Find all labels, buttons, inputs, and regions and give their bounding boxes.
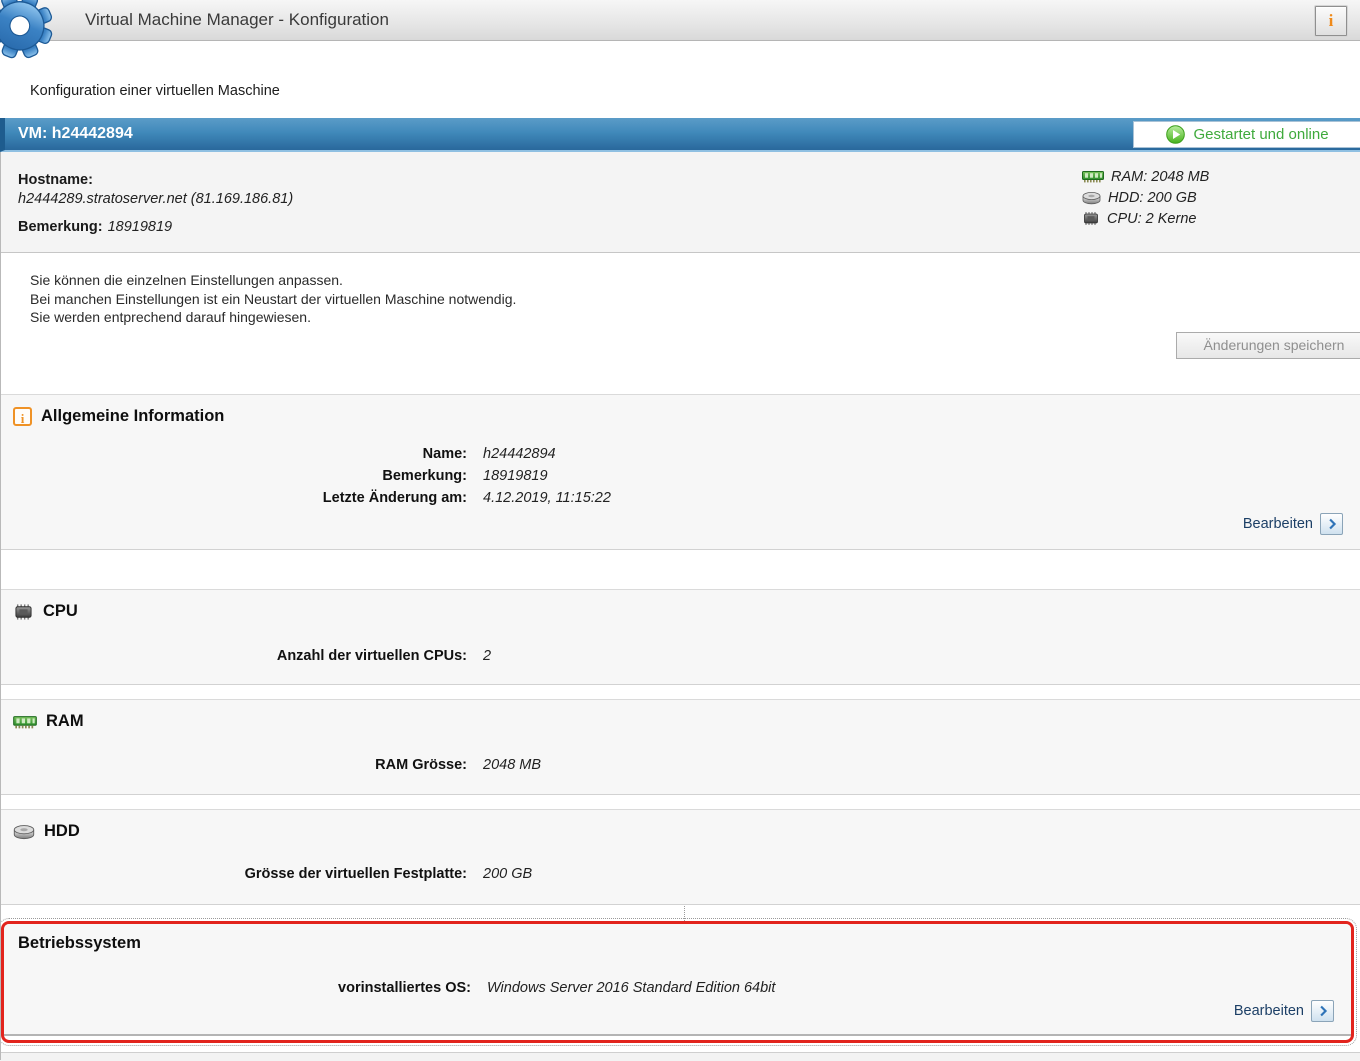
hdd-icon bbox=[1082, 191, 1101, 205]
row-name-value: h24442894 bbox=[483, 445, 556, 463]
row-hdd-size-label: Grösse der virtuellen Festplatte: bbox=[0, 865, 467, 883]
bemerkung-label: Bemerkung: bbox=[18, 219, 103, 235]
page-title: Konfiguration einer virtuellen Maschine bbox=[30, 83, 280, 99]
help-info-button[interactable]: i bbox=[1315, 6, 1347, 36]
intro-line-2: Bei manchen Einstellungen ist ein Neusta… bbox=[30, 290, 516, 309]
focus-tick bbox=[684, 906, 685, 921]
section-hdd: HDD Grösse der virtuellen Festplatte: 20… bbox=[0, 809, 1360, 905]
row-preinstalled-os-label: vorinstalliertes OS: bbox=[4, 979, 471, 997]
vm-header-bar: VM: h24442894 Gestartet und online bbox=[0, 118, 1360, 152]
save-changes-button[interactable]: Änderungen speichern bbox=[1176, 332, 1360, 359]
spec-hdd: HDD: 200 GB bbox=[1082, 187, 1209, 208]
row-preinstalled-os: vorinstalliertes OS: Windows Server 2016… bbox=[4, 979, 775, 997]
vm-info-panel: Hostname: h2444289.stratoserver.net (81.… bbox=[0, 152, 1360, 253]
spec-ram: RAM: 2048 MB bbox=[1082, 166, 1209, 187]
row-name-label: Name: bbox=[0, 445, 467, 463]
row-last-change-value: 4.12.2019, 11:15:22 bbox=[483, 489, 611, 507]
row-hdd-size-value: 200 GB bbox=[483, 865, 532, 883]
row-last-change: Letzte Änderung am: 4.12.2019, 11:15:22 bbox=[0, 489, 611, 507]
app-title: Virtual Machine Manager - Konfiguration bbox=[85, 0, 389, 40]
ram-icon bbox=[1082, 170, 1104, 183]
chevron-right-icon[interactable] bbox=[1311, 1000, 1334, 1022]
gear-icon bbox=[0, 0, 57, 63]
row-cpu-count: Anzahl der virtuellen CPUs: 2 bbox=[0, 647, 491, 665]
bemerkung-value: 18919819 bbox=[108, 219, 173, 235]
section-title-hdd: HDD bbox=[44, 822, 80, 841]
section-cpu: CPU Anzahl der virtuellen CPUs: 2 bbox=[0, 589, 1360, 685]
spec-hdd-text: HDD: 200 GB bbox=[1108, 190, 1197, 206]
info-icon: i bbox=[13, 407, 32, 426]
section-ram: RAM RAM Grösse: 2048 MB bbox=[0, 699, 1360, 795]
edit-os-label: Bearbeiten bbox=[1234, 1003, 1304, 1019]
row-bemerkung-label: Bemerkung: bbox=[0, 467, 467, 485]
row-bemerkung: Bemerkung: 18919819 bbox=[0, 467, 611, 485]
content-left-border bbox=[0, 152, 1, 1060]
section-title-general: Allgemeine Information bbox=[41, 407, 224, 426]
hostname-label: Hostname: bbox=[18, 171, 293, 190]
row-cpu-count-value: 2 bbox=[483, 647, 491, 665]
hostname-value: h2444289.stratoserver.net (81.169.186.81… bbox=[18, 190, 293, 209]
chevron-right-icon[interactable] bbox=[1320, 513, 1343, 535]
intro-area: Sie können die einzelnen Einstellungen a… bbox=[0, 253, 1360, 395]
vm-status-badge: Gestartet und online bbox=[1133, 121, 1360, 148]
row-ram-size: RAM Grösse: 2048 MB bbox=[0, 756, 541, 774]
edit-general-label: Bearbeiten bbox=[1243, 516, 1313, 532]
section-title-os: Betriebssystem bbox=[4, 924, 1351, 953]
intro-line-3: Sie werden entprechend darauf hingewiese… bbox=[30, 308, 516, 327]
row-bemerkung-value: 18919819 bbox=[483, 467, 548, 485]
info-icon: i bbox=[1329, 11, 1334, 30]
section-title-ram: RAM bbox=[46, 712, 84, 731]
vm-specs: RAM: 2048 MB HDD: 200 GB CPU: 2 Kerne bbox=[1082, 166, 1209, 229]
edit-os-button[interactable]: Bearbeiten bbox=[1234, 1000, 1334, 1022]
spec-ram-text: RAM: 2048 MB bbox=[1111, 169, 1209, 185]
row-last-change-label: Letzte Änderung am: bbox=[0, 489, 467, 507]
row-name: Name: h24442894 bbox=[0, 445, 611, 463]
row-ram-size-label: RAM Grösse: bbox=[0, 756, 467, 774]
hdd-icon bbox=[13, 824, 35, 840]
spec-cpu-text: CPU: 2 Kerne bbox=[1107, 211, 1196, 227]
app-header: Virtual Machine Manager - Konfiguration … bbox=[0, 0, 1360, 41]
row-cpu-count-label: Anzahl der virtuellen CPUs: bbox=[0, 647, 467, 665]
intro-line-1: Sie können die einzelnen Einstellungen a… bbox=[30, 271, 516, 290]
spec-cpu: CPU: 2 Kerne bbox=[1082, 208, 1209, 229]
row-preinstalled-os-value: Windows Server 2016 Standard Edition 64b… bbox=[487, 979, 775, 997]
play-icon bbox=[1166, 125, 1185, 144]
row-ram-size-value: 2048 MB bbox=[483, 756, 541, 774]
section-general-information: i Allgemeine Information Name: h24442894… bbox=[0, 394, 1360, 550]
ram-icon bbox=[13, 715, 37, 729]
vm-status-text: Gestartet und online bbox=[1193, 126, 1328, 143]
cpu-icon bbox=[13, 603, 34, 621]
row-hdd-size: Grösse der virtuellen Festplatte: 200 GB bbox=[0, 865, 532, 883]
cpu-icon bbox=[1082, 211, 1100, 226]
section-operating-system-highlight: Betriebssystem vorinstalliertes OS: Wind… bbox=[1, 921, 1354, 1043]
edit-general-button[interactable]: Bearbeiten bbox=[1243, 513, 1343, 535]
section-title-cpu: CPU bbox=[43, 602, 78, 621]
